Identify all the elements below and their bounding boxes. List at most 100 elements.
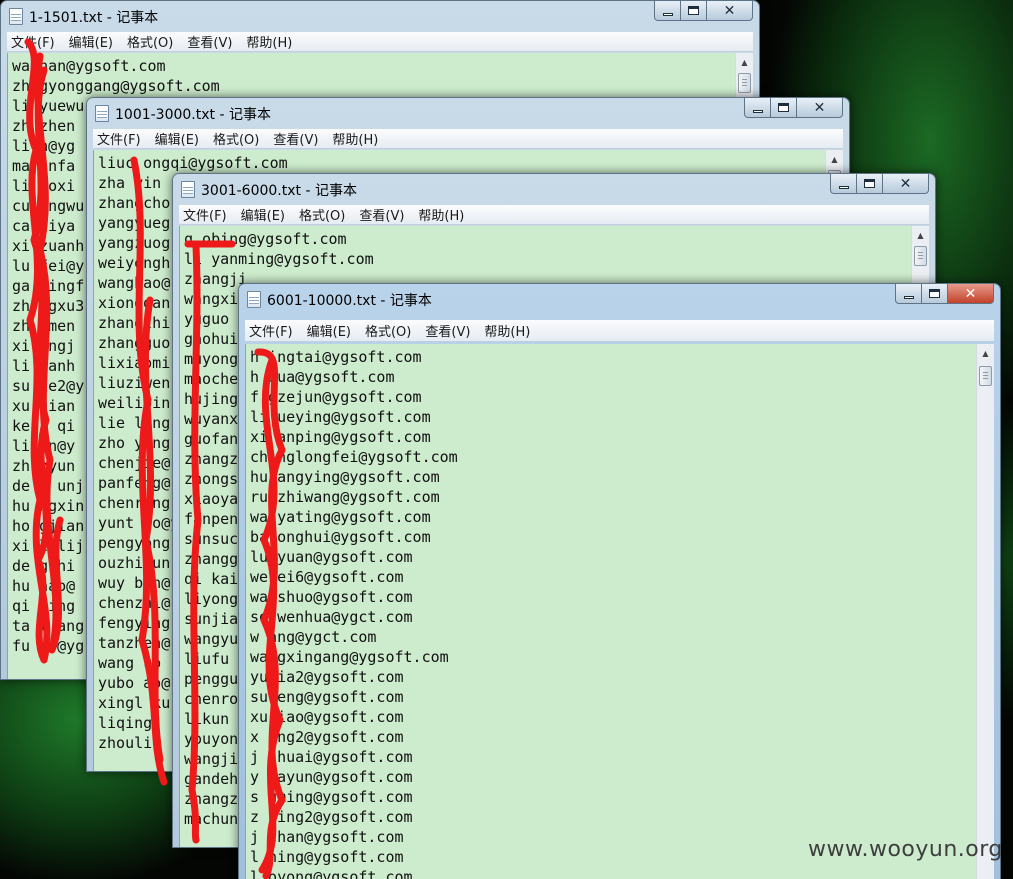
menu-view[interactable]: 查看(V) xyxy=(359,205,404,224)
scroll-thumb[interactable] xyxy=(979,366,992,386)
menu-edit[interactable]: 编辑(E) xyxy=(307,321,351,340)
maximize-icon xyxy=(688,6,699,15)
text-line: ch nglongfei@ygsoft.com xyxy=(250,448,458,466)
window-title: 1001-3000.txt - 记事本 xyxy=(115,107,271,123)
close-icon: ✕ xyxy=(964,285,977,302)
text-line: s uming@ygsoft.com xyxy=(250,788,413,806)
text-line: y iayun@ygsoft.com xyxy=(250,768,413,786)
notepad-window-6001-10000[interactable]: 6001-10000.txt - 记事本 ✕ 文件(F) 编辑(E) 格式(O)… xyxy=(238,283,1001,879)
minimize-icon xyxy=(838,185,849,189)
text-line: wa gxingang@ygsoft.com xyxy=(250,648,449,666)
scroll-up-arrow-icon[interactable]: ▲ xyxy=(977,344,994,362)
menu-file[interactable]: 文件(F) xyxy=(249,321,293,340)
maximize-button[interactable] xyxy=(922,284,948,304)
menu-edit[interactable]: 编辑(E) xyxy=(241,205,285,224)
text-line: l ning@ygsoft.com xyxy=(250,848,404,866)
text-line: j shuai@ygsoft.com xyxy=(250,748,413,766)
minimize-icon xyxy=(903,295,914,299)
text-line: so wenhua@ygct.com xyxy=(250,608,413,626)
window-title: 6001-10000.txt - 记事本 xyxy=(267,293,432,309)
title-bar[interactable]: 6001-10000.txt - 记事本 ✕ xyxy=(239,284,1000,314)
menu-format[interactable]: 格式(O) xyxy=(365,321,411,340)
text-line: lu yuan@ygsoft.com xyxy=(250,548,413,566)
menu-bar: 文件(F) 编辑(E) 格式(O) 查看(V) 帮助(H) xyxy=(179,205,929,225)
vertical-scrollbar[interactable]: ▲ xyxy=(976,344,994,879)
menu-edit[interactable]: 编辑(E) xyxy=(69,32,113,51)
text-line: wa shuo@ygsoft.com xyxy=(250,588,413,606)
text-line: w ang@ygct.com xyxy=(250,628,377,646)
text-line: q obing@ygsoft.com xyxy=(184,230,347,248)
text-line: we ei6@ygsoft.com xyxy=(250,568,404,586)
minimize-icon xyxy=(662,12,673,16)
text-line: xu iao@ygsoft.com xyxy=(250,708,404,726)
window-title: 3001-6000.txt - 记事本 xyxy=(201,183,357,199)
notepad-icon xyxy=(181,181,195,198)
maximize-icon xyxy=(929,289,940,298)
menu-file[interactable]: 文件(F) xyxy=(97,129,141,148)
title-bar[interactable]: 1001-3000.txt - 记事本 ✕ xyxy=(87,98,849,128)
text-line: liuc ongqi@ygsoft.com xyxy=(98,154,288,172)
close-button[interactable]: ✕ xyxy=(948,284,994,304)
menu-view[interactable]: 查看(V) xyxy=(187,32,232,51)
menu-format[interactable]: 格式(O) xyxy=(299,205,345,224)
text-line: j chan@ygsoft.com xyxy=(250,828,404,846)
text-line: x ang2@ygsoft.com xyxy=(250,728,404,746)
minimize-button[interactable] xyxy=(744,98,771,118)
menu-help[interactable]: 帮助(H) xyxy=(246,32,292,51)
text-line: f gzejun@ygsoft.com xyxy=(250,388,422,406)
text-line: xi anping@ygsoft.com xyxy=(250,428,431,446)
menu-view[interactable]: 查看(V) xyxy=(273,129,318,148)
minimize-button[interactable] xyxy=(654,1,681,21)
minimize-icon xyxy=(752,109,763,113)
menu-edit[interactable]: 编辑(E) xyxy=(155,129,199,148)
close-icon: ✕ xyxy=(723,2,736,19)
close-icon: ✕ xyxy=(899,175,912,192)
close-button[interactable]: ✕ xyxy=(883,174,929,194)
text-lines: h ingtai@ygsoft.com h hua@ygsoft.com f gze… xyxy=(250,347,458,879)
menu-help[interactable]: 帮助(H) xyxy=(484,321,530,340)
maximize-button[interactable] xyxy=(771,98,797,118)
maximize-button[interactable] xyxy=(681,1,707,21)
text-line: z ying2@ygsoft.com xyxy=(250,808,413,826)
menu-format[interactable]: 格式(O) xyxy=(127,32,173,51)
text-line: wa yating@ygsoft.com xyxy=(250,508,431,526)
close-button[interactable]: ✕ xyxy=(707,1,753,21)
notepad-icon xyxy=(95,105,109,122)
text-line: yu ia2@ygsoft.com xyxy=(250,668,404,686)
text-line: li yanming@ygsoft.com xyxy=(184,250,374,268)
close-icon: ✕ xyxy=(813,99,826,116)
scroll-up-arrow-icon[interactable]: ▲ xyxy=(826,150,843,168)
window-title: 1-1501.txt - 记事本 xyxy=(29,10,159,26)
menu-help[interactable]: 帮助(H) xyxy=(418,205,464,224)
minimize-button[interactable] xyxy=(895,284,922,304)
minimize-button[interactable] xyxy=(830,174,857,194)
menu-help[interactable]: 帮助(H) xyxy=(332,129,378,148)
menu-bar: 文件(F) 编辑(E) 格式(O) 查看(V) 帮助(H) xyxy=(7,32,753,52)
text-line: h ingtai@ygsoft.com xyxy=(250,348,422,366)
title-bar[interactable]: 3001-6000.txt - 记事本 ✕ xyxy=(173,174,935,204)
notepad-icon xyxy=(247,291,261,308)
text-line: su eng@ygsoft.com xyxy=(250,688,404,706)
scroll-up-arrow-icon[interactable]: ▲ xyxy=(912,226,929,244)
title-bar[interactable]: 1-1501.txt - 记事本 ✕ xyxy=(1,1,759,31)
menu-view[interactable]: 查看(V) xyxy=(425,321,470,340)
text-line: ba onghui@ygsoft.com xyxy=(250,528,431,546)
menu-file[interactable]: 文件(F) xyxy=(11,32,55,51)
scroll-up-arrow-icon[interactable]: ▲ xyxy=(736,53,753,71)
notepad-icon xyxy=(9,8,23,25)
close-button[interactable]: ✕ xyxy=(797,98,843,118)
maximize-icon xyxy=(864,179,875,188)
text-editor[interactable]: h ingtai@ygsoft.com h hua@ygsoft.com f gze… xyxy=(245,344,976,879)
maximize-button[interactable] xyxy=(857,174,883,194)
text-line: wa han@ygsoft.com xyxy=(12,57,166,75)
menu-bar: 文件(F) 编辑(E) 格式(O) 查看(V) 帮助(H) xyxy=(245,320,994,342)
text-line: hu angying@ygsoft.com xyxy=(250,468,440,486)
scroll-thumb[interactable] xyxy=(914,246,927,266)
scroll-thumb[interactable] xyxy=(738,73,751,93)
text-line: ru zhiwang@ygsoft.com xyxy=(250,488,440,506)
menu-format[interactable]: 格式(O) xyxy=(213,129,259,148)
maximize-icon xyxy=(778,103,789,112)
menu-file[interactable]: 文件(F) xyxy=(183,205,227,224)
menu-bar: 文件(F) 编辑(E) 格式(O) 查看(V) 帮助(H) xyxy=(93,129,843,149)
text-line: h hua@ygsoft.com xyxy=(250,368,395,386)
